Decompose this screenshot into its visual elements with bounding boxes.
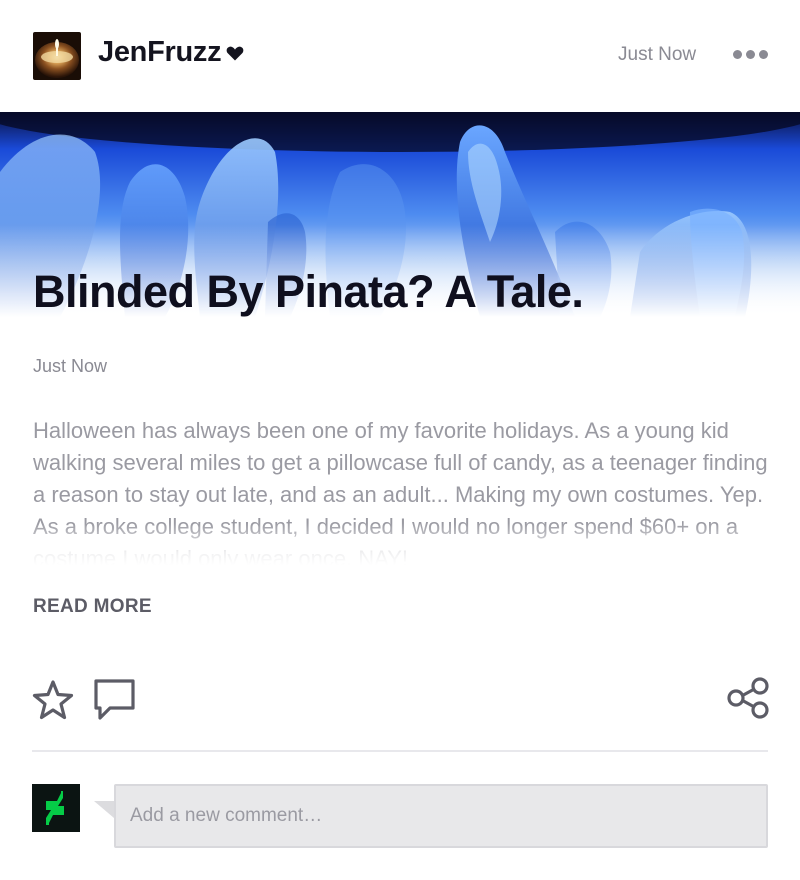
comment-bubble-tail	[94, 801, 114, 818]
post-actions-bar	[0, 676, 800, 724]
post-header: JenFruzz Just Now	[0, 0, 800, 112]
more-dot	[759, 50, 768, 59]
candle-avatar-icon	[33, 32, 81, 80]
star-icon	[32, 680, 74, 720]
share-icon	[727, 677, 769, 719]
more-dot	[746, 50, 755, 59]
deviantart-logo-icon	[32, 784, 80, 832]
heart-icon	[226, 46, 244, 60]
section-divider	[32, 750, 768, 752]
read-more-link[interactable]: READ MORE	[33, 596, 152, 618]
more-options-icon[interactable]	[733, 50, 768, 59]
post-timestamp: Just Now	[618, 44, 697, 65]
post-excerpt-container: Halloween has always been one of my favo…	[33, 415, 773, 565]
user-avatar[interactable]	[33, 32, 81, 80]
post-title[interactable]: Blinded By Pinata? A Tale.	[33, 266, 584, 318]
excerpt-fade-overlay	[33, 523, 773, 565]
more-dot	[733, 50, 742, 59]
username[interactable]: JenFruzz	[98, 36, 245, 69]
comment-button[interactable]	[93, 678, 137, 727]
favorite-button[interactable]	[31, 678, 75, 727]
comment-composer	[0, 784, 800, 848]
share-button[interactable]	[726, 676, 770, 725]
deviantart-logo	[32, 784, 80, 832]
post-date: Just Now	[33, 356, 108, 376]
comment-input[interactable]	[114, 784, 768, 848]
comment-icon	[94, 679, 135, 720]
username-text[interactable]: JenFruzz	[98, 36, 222, 69]
